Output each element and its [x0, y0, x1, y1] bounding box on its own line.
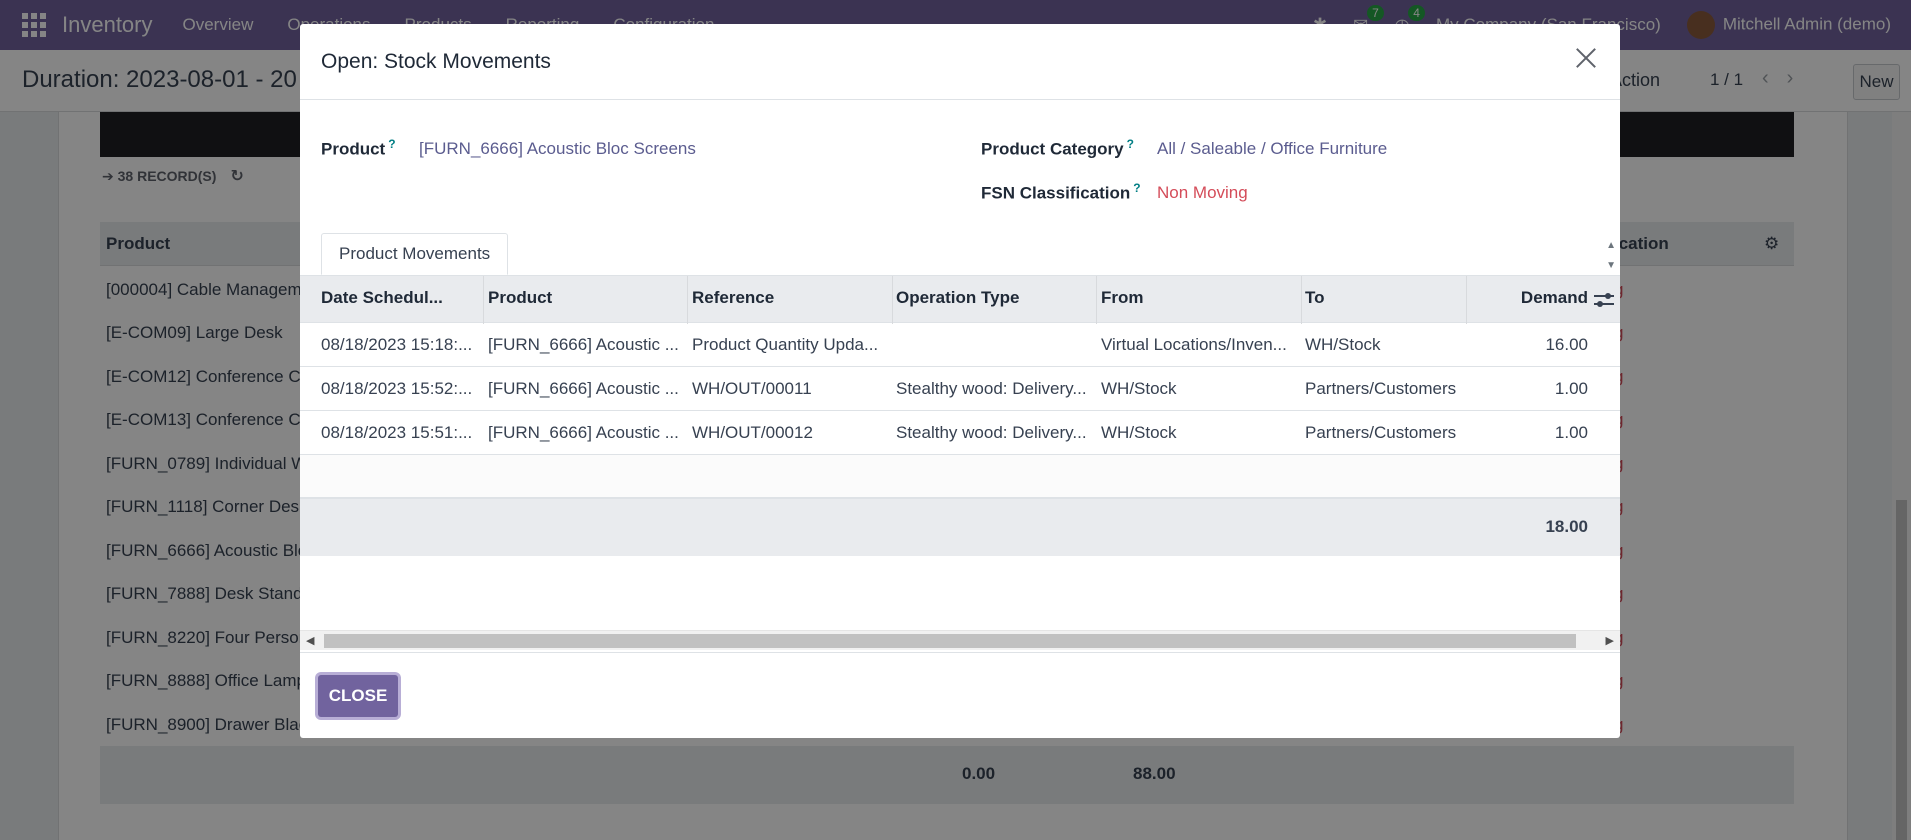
cell-date: 08/18/2023 15:51:...: [321, 423, 473, 442]
help-icon[interactable]: ?: [388, 137, 395, 151]
cell-product: [FURN_6666] Acoustic ...: [488, 335, 679, 354]
cell-to: WH/Stock: [1305, 335, 1381, 354]
col-demand[interactable]: Demand: [1521, 288, 1588, 308]
col-resize-handle[interactable]: [892, 276, 893, 324]
tab-product-movements[interactable]: Product Movements: [321, 233, 509, 275]
fsn-label: FSN Classification?: [981, 181, 1141, 204]
cell-demand: 1.00: [1554, 379, 1588, 398]
dialog-title: Open: Stock Movements: [321, 50, 551, 73]
category-label: Product Category?: [981, 137, 1134, 160]
cell-demand: 1.00: [1554, 423, 1588, 442]
cell-date: 08/18/2023 15:52:...: [321, 379, 473, 398]
tab-scroll-arrows: ▲ ▼: [1606, 236, 1616, 276]
scroll-left-icon[interactable]: ◀: [306, 634, 314, 647]
dialog-footer: CLOSE: [300, 652, 1620, 738]
table-footer: 18.00: [300, 498, 1620, 556]
table-row[interactable]: 08/18/2023 15:51:... [FURN_6666] Acousti…: [300, 411, 1620, 455]
cell-from: WH/Stock: [1101, 379, 1177, 398]
col-resize-handle[interactable]: [1301, 276, 1302, 324]
horizontal-scrollbar[interactable]: ◀ ▶: [300, 630, 1620, 650]
fsn-value: Non Moving: [1157, 183, 1248, 202]
col-resize-handle[interactable]: [1096, 276, 1097, 324]
cell-operation-type: Stealthy wood: Delivery...: [896, 423, 1087, 442]
col-to[interactable]: To: [1305, 288, 1325, 308]
fsn-label-text: FSN Classification: [981, 183, 1131, 203]
table-row[interactable]: 08/18/2023 15:18:... [FURN_6666] Acousti…: [300, 323, 1620, 367]
help-icon[interactable]: ?: [1127, 137, 1134, 151]
total-demand: 18.00: [1545, 517, 1588, 536]
cell-product: [FURN_6666] Acoustic ...: [488, 379, 679, 398]
help-icon[interactable]: ?: [1133, 181, 1140, 195]
col-resize-handle[interactable]: [687, 276, 688, 324]
col-from[interactable]: From: [1101, 288, 1144, 308]
stock-movements-dialog: Open: Stock Movements Product? [FURN_666…: [300, 24, 1620, 738]
cell-to: Partners/Customers: [1305, 423, 1457, 442]
cell-reference: WH/OUT/00012: [692, 423, 813, 442]
cell-reference: Product Quantity Upda...: [692, 335, 879, 354]
product-value-link[interactable]: [FURN_6666] Acoustic Bloc Screens: [419, 139, 696, 159]
cell-to: Partners/Customers: [1305, 379, 1457, 398]
scroll-right-icon[interactable]: ▶: [1606, 634, 1614, 647]
table-row[interactable]: 08/18/2023 15:52:... [FURN_6666] Acousti…: [300, 367, 1620, 411]
table-empty-row: [300, 455, 1620, 498]
movements-table: Date Schedul... Product Reference Operat…: [300, 275, 1620, 556]
cell-operation-type: Stealthy wood: Delivery...: [896, 379, 1087, 398]
col-operation-type[interactable]: Operation Type: [896, 288, 1019, 308]
col-resize-handle[interactable]: [1466, 276, 1467, 324]
scroll-up-icon[interactable]: ▲: [1606, 236, 1616, 256]
dialog-header: Open: Stock Movements: [300, 24, 1620, 100]
col-reference[interactable]: Reference: [692, 288, 774, 308]
cell-demand: 16.00: [1545, 335, 1588, 354]
table-header: Date Schedul... Product Reference Operat…: [300, 275, 1620, 324]
category-label-text: Product Category: [981, 139, 1124, 159]
col-product[interactable]: Product: [488, 288, 552, 308]
optional-columns-icon[interactable]: [1594, 290, 1614, 310]
close-button[interactable]: CLOSE: [318, 675, 398, 717]
cell-from: Virtual Locations/Inven...: [1101, 335, 1287, 354]
product-label-text: Product: [321, 139, 386, 159]
cell-date: 08/18/2023 15:18:...: [321, 335, 473, 354]
cell-product: [FURN_6666] Acoustic ...: [488, 423, 679, 442]
close-icon[interactable]: [1570, 42, 1602, 74]
col-date-scheduled[interactable]: Date Schedul...: [321, 288, 443, 308]
scroll-down-icon[interactable]: ▼: [1606, 256, 1616, 276]
cell-reference: WH/OUT/00011: [692, 379, 812, 398]
cell-from: WH/Stock: [1101, 423, 1177, 442]
horizontal-scrollbar-thumb[interactable]: [324, 634, 1576, 648]
col-resize-handle[interactable]: [483, 276, 484, 324]
category-value-link[interactable]: All / Saleable / Office Furniture: [1157, 139, 1387, 159]
product-label: Product?: [321, 137, 396, 160]
